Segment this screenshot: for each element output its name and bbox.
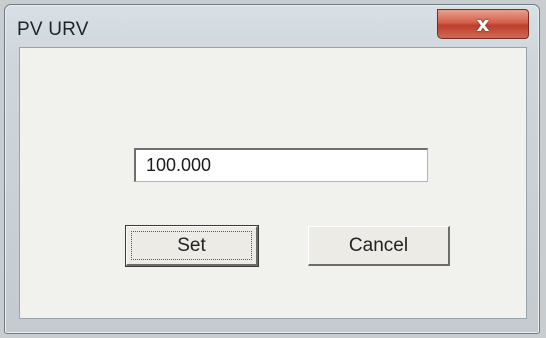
close-button[interactable]: x bbox=[437, 9, 529, 39]
close-icon: x bbox=[476, 12, 490, 36]
dialog-window: PV URV x 100.000 Set Cancel bbox=[4, 4, 540, 334]
cancel-button-label: Cancel bbox=[348, 234, 409, 256]
cancel-button[interactable]: Cancel bbox=[308, 226, 450, 266]
value-input[interactable]: 100.000 bbox=[134, 148, 428, 182]
dialog-body: 100.000 Set Cancel bbox=[19, 47, 527, 319]
set-button[interactable]: Set bbox=[125, 225, 259, 267]
window-title: PV URV bbox=[17, 19, 89, 40]
set-button-label: Set bbox=[177, 234, 206, 256]
